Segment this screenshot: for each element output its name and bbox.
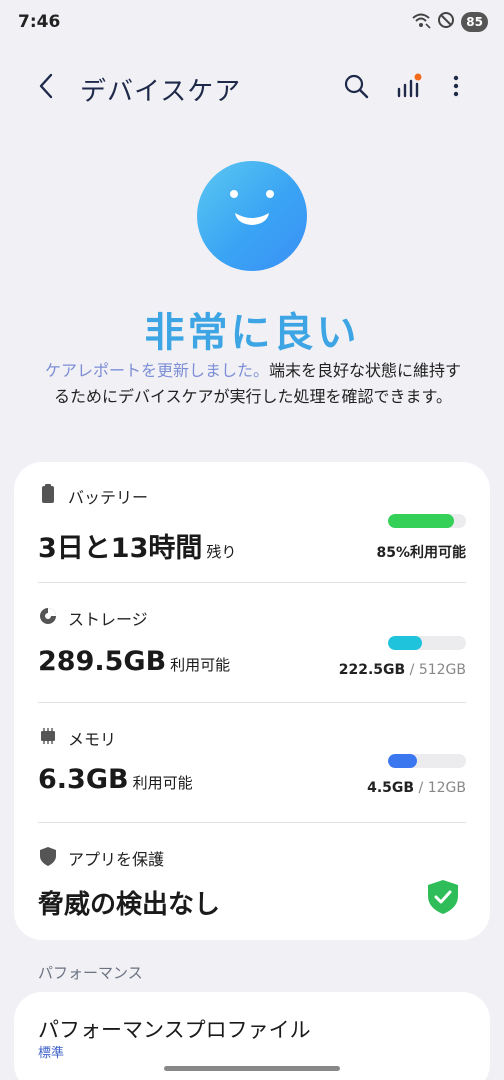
storage-bar xyxy=(388,636,466,650)
divider xyxy=(38,702,466,703)
app-bar: デバイスケア xyxy=(0,60,504,116)
performance-section-header: パフォーマンス xyxy=(38,964,143,982)
more-options-button[interactable] xyxy=(440,72,472,104)
battery-section[interactable]: バッテリー 3日と13時間 残り 85%利用可能 xyxy=(38,484,466,584)
wifi-icon xyxy=(411,11,431,33)
stats-icon xyxy=(394,72,422,104)
back-button[interactable] xyxy=(30,72,62,104)
report-button[interactable] xyxy=(392,72,424,104)
status-time: 7:46 xyxy=(18,12,61,32)
storage-total: 512GB xyxy=(418,662,466,678)
battery-percent-text: 85%利用可能 xyxy=(376,545,466,561)
pie-chart-icon xyxy=(38,606,58,626)
home-indicator[interactable] xyxy=(164,1066,340,1071)
memory-separator: / xyxy=(414,780,428,796)
battery-icon xyxy=(38,484,58,504)
memory-available-amount: 6.3GB xyxy=(38,764,129,795)
app-protection-label: アプリを保護 xyxy=(68,850,165,869)
battery-time-left: 3日と13時間 xyxy=(38,533,203,564)
battery-value: 3日と13時間 残り xyxy=(38,526,236,565)
device-care-screen: 7:46 85 デバイスケア 非常に良い ケアレポートを更新しました。端末を良好… xyxy=(0,0,504,1080)
memory-bar-fill xyxy=(388,754,417,768)
storage-available-amount: 289.5GB xyxy=(38,646,167,677)
storage-usage: 222.5GB / 512GB xyxy=(339,662,466,678)
divider xyxy=(38,582,466,583)
storage-separator: / xyxy=(405,662,419,678)
search-button[interactable] xyxy=(340,72,372,104)
memory-value: 6.3GB 利用可能 xyxy=(38,764,193,795)
memory-label: メモリ xyxy=(68,730,117,749)
app-protection-section[interactable]: アプリを保護 脅威の検出なし xyxy=(38,846,466,926)
smiley-face-icon xyxy=(197,161,307,271)
care-description: ケアレポートを更新しました。端末を良好な状態に維持するためにデバイスケアが実行し… xyxy=(40,358,466,410)
search-icon xyxy=(343,73,369,103)
storage-bar-fill xyxy=(388,636,422,650)
device-status-heading: 非常に良い xyxy=(144,310,360,356)
device-status-card: バッテリー 3日と13時間 残り 85%利用可能 ストレージ 289.5GB 利… xyxy=(14,462,490,940)
status-bar: 7:46 85 xyxy=(0,0,504,44)
storage-used: 222.5GB xyxy=(338,662,406,678)
memory-total: 12GB xyxy=(427,780,466,796)
care-report-link[interactable]: ケアレポートを更新しました。 xyxy=(45,361,269,380)
battery-indicator: 85 xyxy=(461,12,488,32)
performance-profile-value: 標準 xyxy=(38,1046,65,1061)
battery-value-suffix: 残り xyxy=(206,543,237,561)
shield-check-icon xyxy=(428,880,458,918)
memory-used: 4.5GB xyxy=(367,780,415,796)
page-title: デバイスケア xyxy=(80,77,242,107)
back-icon xyxy=(37,73,55,103)
storage-value-suffix: 利用可能 xyxy=(170,656,231,674)
divider xyxy=(38,822,466,823)
battery-bar xyxy=(388,514,466,528)
memory-usage: 4.5GB / 12GB xyxy=(367,780,466,796)
shield-icon xyxy=(38,846,58,866)
battery-available: 85%利用可能 xyxy=(376,542,466,562)
do-not-disturb-icon xyxy=(437,11,455,33)
more-icon xyxy=(452,74,460,102)
battery-label: バッテリー xyxy=(68,488,149,507)
memory-chip-icon xyxy=(38,726,58,746)
battery-bar-fill xyxy=(388,514,455,528)
status-icons: 85 xyxy=(411,11,488,33)
storage-value: 289.5GB 利用可能 xyxy=(38,646,230,677)
memory-section[interactable]: メモリ 6.3GB 利用可能 4.5GB / 12GB xyxy=(38,726,466,826)
app-protection-status: 脅威の検出なし xyxy=(38,890,221,920)
storage-label: ストレージ xyxy=(68,610,148,629)
performance-profile-title: パフォーマンスプロファイル xyxy=(38,1018,311,1042)
memory-bar xyxy=(388,754,466,768)
memory-value-suffix: 利用可能 xyxy=(132,774,193,792)
storage-section[interactable]: ストレージ 289.5GB 利用可能 222.5GB / 512GB xyxy=(38,606,466,706)
